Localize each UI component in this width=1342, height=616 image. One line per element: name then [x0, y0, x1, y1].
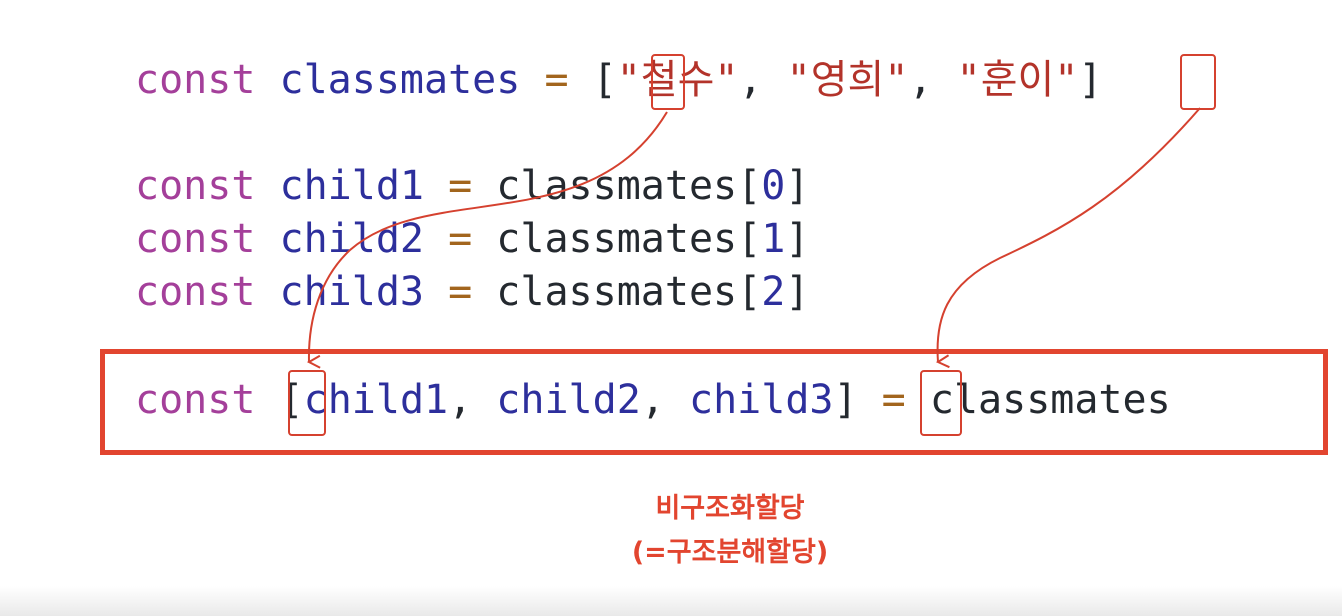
code-line-child1: const child1 = classmates[0] [135, 161, 809, 211]
bottom-edge-shadow [0, 586, 1342, 616]
open-bracket: [ [737, 163, 762, 209]
identifier-classmates: classmates [279, 57, 521, 103]
identifier-child3: child3 [279, 269, 425, 315]
code-line-child3: const child3 = classmates[2] [135, 267, 809, 317]
identifier-child2: child2 [279, 216, 425, 262]
caption-destructuring-title: 비구조화할당 [655, 493, 805, 524]
comma: , [738, 57, 763, 103]
close-bracket: ] [785, 163, 810, 209]
assign-operator: = [448, 163, 473, 209]
keyword-const: const [135, 269, 256, 315]
assign-operator: = [544, 57, 569, 103]
identifier-classmates: classmates [496, 269, 738, 315]
code-line-classmates-array: const classmates = ["철수", "영희", "훈이"] [135, 55, 1102, 105]
assign-operator: = [448, 216, 473, 262]
code-line-child2: const child2 = classmates[1] [135, 214, 809, 264]
close-bracket: ] [1078, 57, 1103, 103]
identifier-child1: child1 [279, 163, 425, 209]
highlight-close-bracket-array [1180, 54, 1216, 110]
highlight-open-bracket-array [651, 54, 685, 110]
index-0: 0 [761, 163, 786, 209]
string-huni: "훈이" [956, 57, 1079, 103]
keyword-const: const [135, 57, 256, 103]
open-bracket: [ [737, 216, 762, 262]
keyword-const: const [135, 216, 256, 262]
comma: , [908, 57, 933, 103]
identifier-classmates: classmates [496, 216, 738, 262]
destructuring-highlight-box [100, 349, 1328, 455]
identifier-classmates: classmates [496, 163, 738, 209]
index-1: 1 [761, 216, 786, 262]
keyword-const: const [135, 163, 256, 209]
caption-destructuring-subtitle: (=구조분해할당) [631, 537, 829, 568]
open-bracket: [ [737, 269, 762, 315]
index-2: 2 [761, 269, 786, 315]
close-bracket: ] [785, 216, 810, 262]
arrow-close-bracket [938, 107, 1201, 362]
string-younghee: "영희" [786, 57, 909, 103]
assign-operator: = [448, 269, 473, 315]
close-bracket: ] [785, 269, 810, 315]
open-bracket: [ [592, 57, 617, 103]
